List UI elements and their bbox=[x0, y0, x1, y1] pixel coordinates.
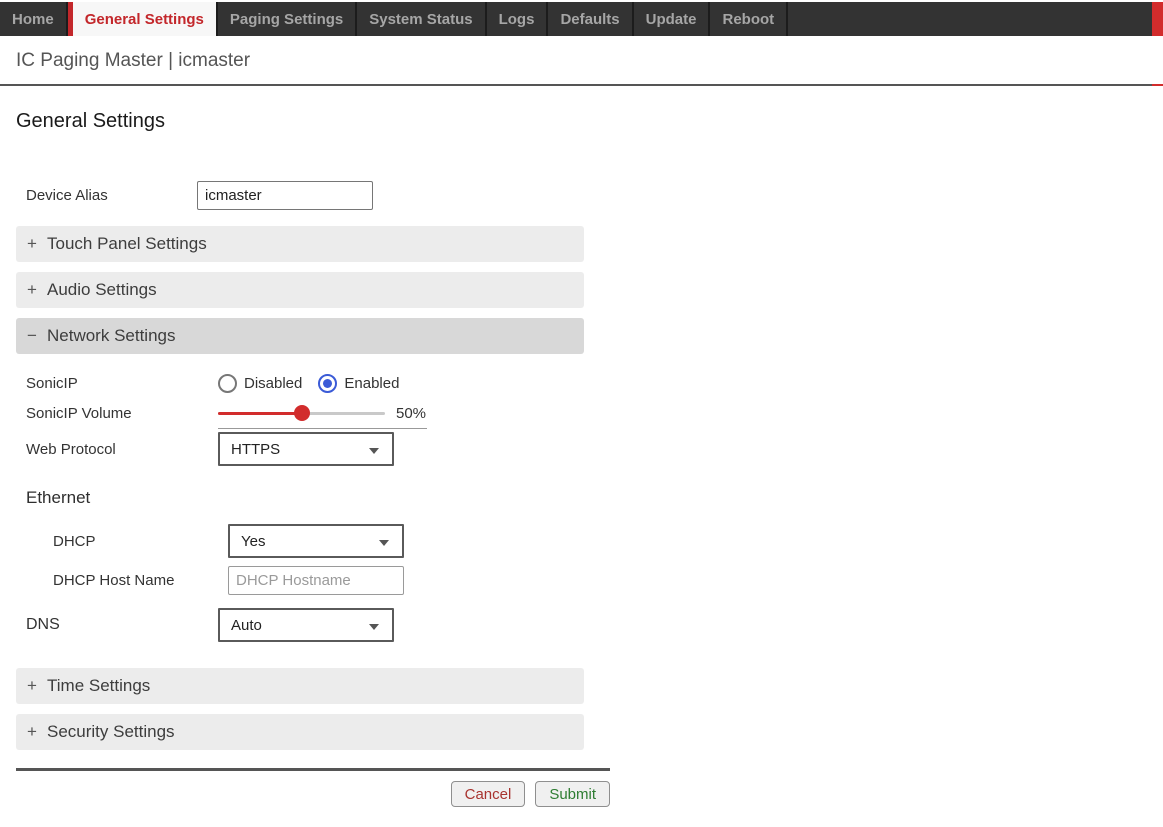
chevron-down-icon bbox=[369, 448, 379, 454]
tab-system-status[interactable]: System Status bbox=[357, 2, 487, 36]
expand-icon: + bbox=[27, 234, 37, 253]
tab-reboot[interactable]: Reboot bbox=[710, 2, 789, 36]
top-nav-bar: Home General Settings Paging Settings Sy… bbox=[0, 2, 1163, 36]
accordion-label: Audio Settings bbox=[47, 280, 157, 299]
tab-defaults[interactable]: Defaults bbox=[548, 2, 634, 36]
dhcp-hostname-row: DHCP Host Name bbox=[16, 566, 620, 595]
sonicip-volume-value: 50% bbox=[396, 404, 427, 422]
radio-checked-icon[interactable] bbox=[318, 374, 338, 393]
collapse-icon: − bbox=[27, 326, 37, 345]
accordion-time-settings[interactable]: + Time Settings bbox=[16, 668, 584, 704]
tab-paging-settings[interactable]: Paging Settings bbox=[217, 2, 358, 36]
selected-value: Auto bbox=[231, 616, 262, 634]
selected-value: Yes bbox=[241, 532, 266, 550]
radio-unchecked-icon[interactable] bbox=[218, 374, 237, 393]
accordion-security-settings[interactable]: + Security Settings bbox=[16, 714, 584, 750]
red-edge-accent bbox=[1152, 2, 1163, 36]
web-protocol-row: Web Protocol HTTPS bbox=[16, 432, 620, 466]
accordion-label: Touch Panel Settings bbox=[47, 234, 207, 253]
expand-icon: + bbox=[27, 676, 37, 695]
footer-divider bbox=[16, 768, 610, 771]
tab-general-settings[interactable]: General Settings bbox=[67, 2, 218, 36]
dhcp-hostname-label: DHCP Host Name bbox=[53, 572, 175, 589]
radio-disabled[interactable]: Disabled bbox=[218, 374, 302, 393]
slider-thumb[interactable] bbox=[293, 405, 310, 421]
radio-enabled[interactable]: Enabled bbox=[318, 374, 399, 393]
expand-icon: + bbox=[27, 722, 37, 741]
accordion-audio-settings[interactable]: + Audio Settings bbox=[16, 272, 584, 308]
dhcp-row: DHCP Yes bbox=[16, 524, 620, 558]
chevron-down-icon bbox=[379, 540, 389, 546]
tab-logs[interactable]: Logs bbox=[486, 2, 549, 36]
web-protocol-label: Web Protocol bbox=[26, 440, 116, 458]
accordion-network-settings[interactable]: − Network Settings bbox=[16, 318, 584, 354]
web-protocol-select[interactable]: HTTPS bbox=[218, 432, 394, 466]
dhcp-label: DHCP bbox=[53, 532, 96, 550]
radio-label: Enabled bbox=[344, 375, 400, 392]
slider-underline bbox=[218, 428, 427, 429]
accordion-label: Time Settings bbox=[47, 676, 151, 695]
tab-update[interactable]: Update bbox=[633, 2, 711, 36]
device-alias-input[interactable] bbox=[197, 181, 373, 210]
radio-label: Disabled bbox=[244, 375, 303, 392]
device-alias-row: Device Alias bbox=[16, 181, 620, 210]
device-alias-label: Device Alias bbox=[26, 187, 108, 204]
dns-row: DNS Auto bbox=[16, 608, 620, 642]
sonicip-label: SonicIP bbox=[26, 375, 78, 392]
accordion-label: Network Settings bbox=[47, 326, 176, 345]
selected-value: HTTPS bbox=[231, 440, 281, 458]
device-title: IC Paging Master | icmaster bbox=[16, 50, 251, 71]
dns-select[interactable]: Auto bbox=[218, 608, 394, 642]
action-buttons: Cancel Submit bbox=[16, 781, 610, 807]
tab-home[interactable]: Home bbox=[0, 2, 68, 36]
slider-fill bbox=[218, 412, 302, 415]
page-title: General Settings bbox=[16, 110, 165, 132]
expand-icon: + bbox=[27, 280, 37, 299]
submit-button[interactable]: Submit bbox=[535, 781, 610, 807]
dns-label: DNS bbox=[26, 616, 60, 633]
sonicip-row: SonicIP Disabled Enabled bbox=[16, 374, 620, 393]
dhcp-hostname-input[interactable] bbox=[228, 566, 404, 595]
ethernet-heading: Ethernet bbox=[26, 488, 91, 507]
sonicip-radio-group: Disabled Enabled bbox=[218, 374, 399, 393]
sonicip-volume-slider[interactable] bbox=[218, 404, 385, 422]
cancel-button[interactable]: Cancel bbox=[450, 781, 526, 807]
sonicip-volume-row: SonicIP Volume 50% bbox=[16, 404, 620, 422]
sonicip-volume-label: SonicIP Volume bbox=[26, 404, 132, 422]
page-header: IC Paging Master | icmaster bbox=[0, 36, 1163, 86]
network-settings-panel: SonicIP Disabled Enabled SonicIP Volume bbox=[16, 354, 620, 642]
accordion-label: Security Settings bbox=[47, 722, 175, 741]
red-edge-accent bbox=[1152, 84, 1163, 86]
dhcp-select[interactable]: Yes bbox=[228, 524, 404, 558]
main-content: General Settings Device Alias + Touch Pa… bbox=[0, 110, 620, 807]
chevron-down-icon bbox=[369, 624, 379, 630]
accordion-touch-panel-settings[interactable]: + Touch Panel Settings bbox=[16, 226, 584, 262]
